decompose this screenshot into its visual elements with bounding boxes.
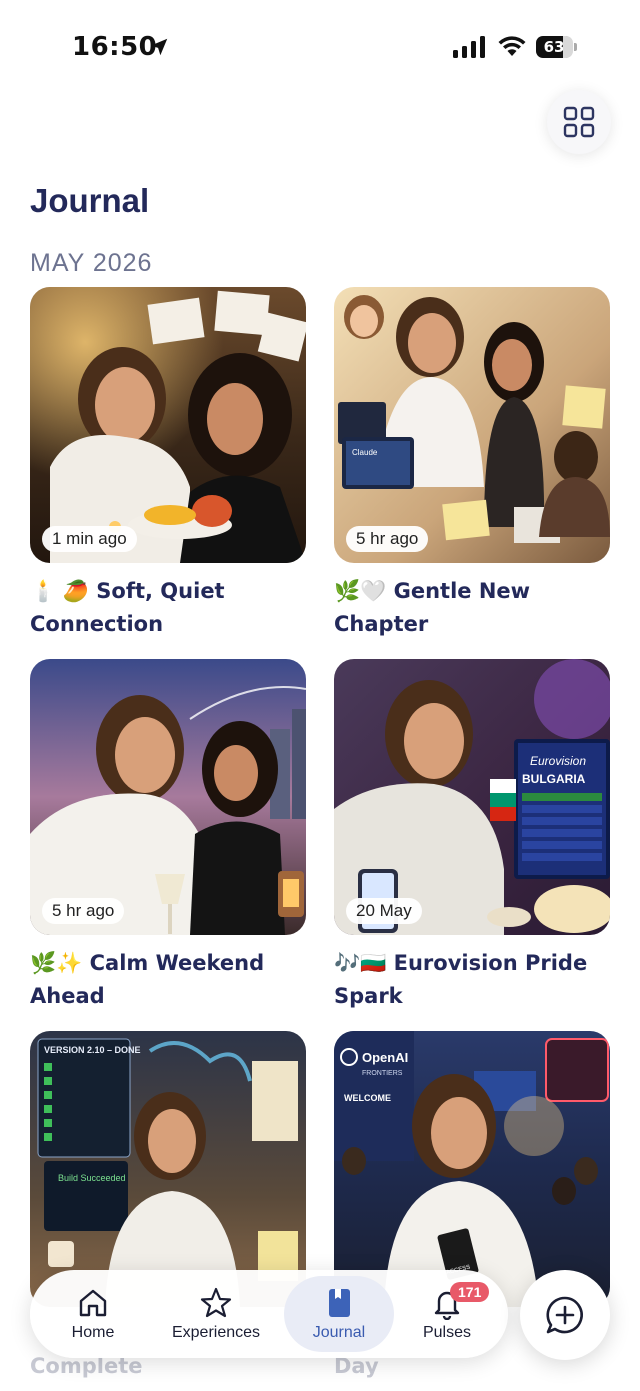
- time-chip: 20 May: [346, 898, 422, 924]
- page-title: Journal: [30, 182, 150, 219]
- journal-card-image[interactable]: VERSION 2.10 – DONE Build Succeeded: [30, 1031, 306, 1307]
- battery-level: 63: [536, 36, 573, 58]
- journal-card-2[interactable]: Claude 5 hr ago 🌿🤍 Gentle New Chapter: [334, 287, 610, 641]
- tv-country-text: BULGARIA: [522, 772, 586, 786]
- journal-card-3[interactable]: 5 hr ago 🌿✨ Calm Weekend Ahead: [30, 659, 306, 1013]
- journal-card-5[interactable]: VERSION 2.10 – DONE Build Succeeded: [30, 1031, 306, 1307]
- card-title: 🌿✨ Calm Weekend Ahead: [30, 947, 306, 1013]
- nav-pulses[interactable]: Pulses 171: [392, 1270, 502, 1358]
- status-bar: 16:50 63: [0, 0, 640, 96]
- journal-card-6[interactable]: OpenAI FRONTIERS WELCOME ACCESS: [334, 1031, 610, 1307]
- journal-card-image[interactable]: OpenAI FRONTIERS WELCOME ACCESS: [334, 1031, 610, 1307]
- laptop-screen-text: Claude: [352, 448, 378, 457]
- brand-text: OpenAI: [362, 1050, 408, 1065]
- location-arrow-icon: [150, 38, 168, 56]
- journal-card-image[interactable]: Claude 5 hr ago: [334, 287, 610, 563]
- journal-icon: [329, 1289, 350, 1317]
- journal-card-image[interactable]: Eurovision BULGARIA 20 May: [334, 659, 610, 935]
- home-icon: [79, 1289, 107, 1317]
- status-time: 16:50: [72, 32, 158, 62]
- nav-home[interactable]: Home: [38, 1270, 148, 1358]
- time-chip: 5 hr ago: [346, 526, 429, 552]
- add-chat-icon: [546, 1296, 583, 1334]
- checklist-heading: VERSION 2.10 – DONE: [44, 1045, 141, 1055]
- bottom-nav: Home Experiences Journal Pulses 171: [30, 1270, 508, 1358]
- nav-pulses-label: Pulses: [422, 1324, 472, 1341]
- nav-home-label: Home: [71, 1324, 115, 1341]
- section-month-label: MAY 2026: [30, 249, 153, 277]
- star-icon: [200, 1287, 232, 1318]
- new-chat-button[interactable]: [520, 1270, 610, 1360]
- time-chip: 5 hr ago: [42, 898, 125, 924]
- nav-journal[interactable]: Journal: [284, 1276, 394, 1352]
- card-emoji: 🌿🤍: [334, 579, 387, 603]
- welcome-text: WELCOME: [344, 1093, 391, 1103]
- grid-view-button[interactable]: [547, 90, 611, 154]
- nav-experiences[interactable]: Experiences: [154, 1270, 278, 1358]
- grid-icon: [563, 106, 595, 138]
- pulses-count-badge: 171: [450, 1282, 490, 1302]
- nav-journal-label: Journal: [312, 1324, 366, 1341]
- journal-card-1[interactable]: 1 min ago 🕯️ 🥭 Soft, Quiet Connection: [30, 287, 306, 641]
- nav-experiences-label: Experiences: [171, 1324, 261, 1341]
- card-emoji: 🎶🇧🇬: [334, 951, 387, 975]
- wifi-icon: [498, 36, 526, 56]
- build-status-text: Build Succeeded: [58, 1173, 126, 1183]
- card-emoji: 🌿✨: [30, 951, 83, 975]
- card-title: 🎶🇧🇬 Eurovision Pride Spark: [334, 947, 610, 1013]
- time-chip: 1 min ago: [42, 526, 137, 552]
- card-emoji: 🕯️ 🥭: [30, 579, 89, 603]
- brand-subtext: FRONTIERS: [362, 1070, 403, 1077]
- card-title: 🌿🤍 Gentle New Chapter: [334, 575, 610, 641]
- card-title: 🕯️ 🥭 Soft, Quiet Connection: [30, 575, 306, 641]
- battery-icon: 63: [536, 36, 577, 58]
- journal-card-4[interactable]: Eurovision BULGARIA 20 May 🎶🇧🇬 Eurovisio…: [334, 659, 610, 1013]
- tv-show-text: Eurovision: [530, 754, 586, 768]
- journal-card-image[interactable]: 5 hr ago: [30, 659, 306, 935]
- journal-card-image[interactable]: 1 min ago: [30, 287, 306, 563]
- signal-icon: [453, 36, 485, 58]
